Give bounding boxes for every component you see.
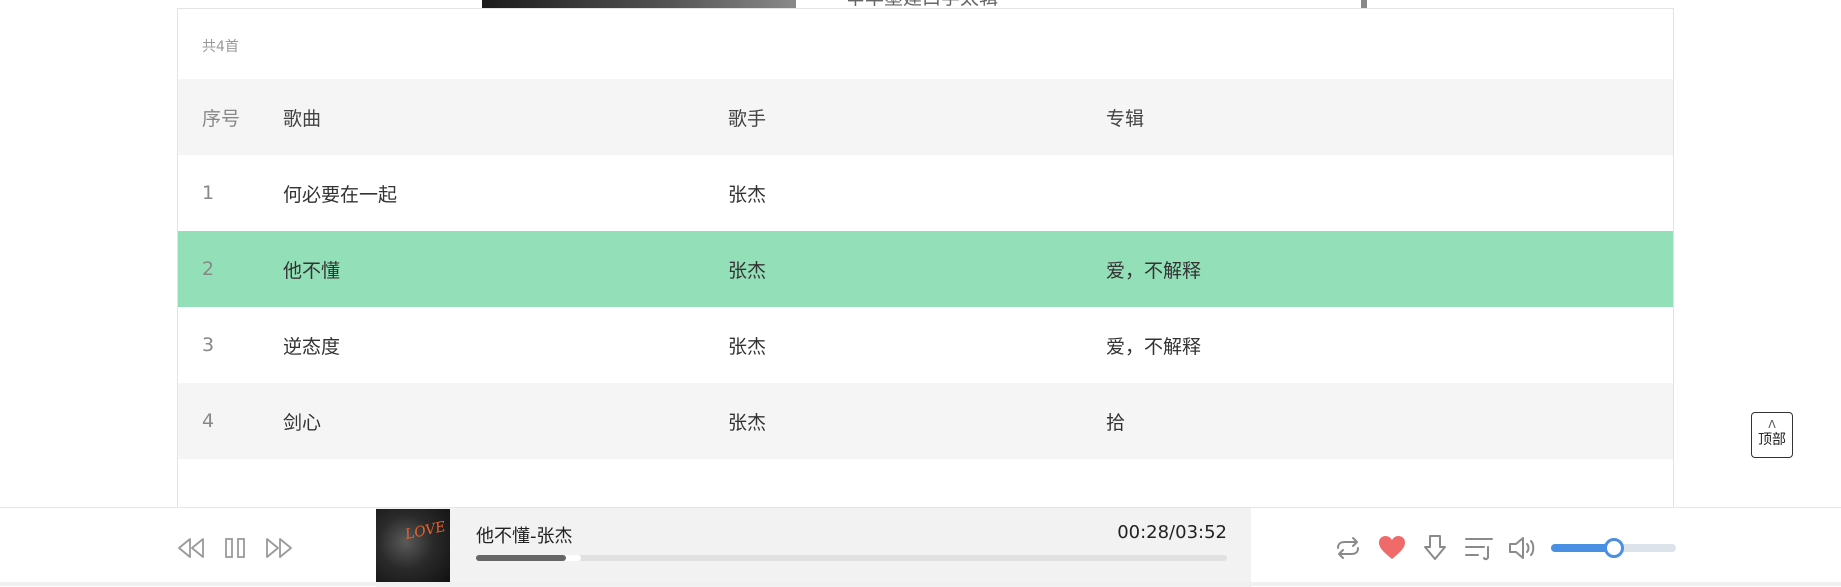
row-singer[interactable]: 张杰 — [728, 332, 766, 359]
song-list-panel: 共4首 序号 歌曲 歌手 专辑 1 何必要在一起 张杰 2 他不懂 张杰 爱，不… — [177, 8, 1674, 508]
table-row[interactable]: 3 逆态度 张杰 爱，不解释 — [178, 307, 1673, 383]
row-song[interactable]: 逆态度 — [283, 332, 340, 359]
loop-button[interactable] — [1331, 532, 1365, 564]
header-album: 专辑 — [1106, 107, 1145, 130]
next-button[interactable] — [262, 532, 296, 564]
like-button[interactable] — [1375, 532, 1409, 564]
row-singer[interactable]: 张杰 — [728, 408, 766, 435]
next-icon — [266, 538, 292, 558]
row-album[interactable]: 爱，不解释 — [1106, 332, 1201, 359]
table-row-playing[interactable]: 2 他不懂 张杰 爱，不解释 — [178, 231, 1673, 307]
pause-button[interactable] — [218, 532, 252, 564]
playlist-button[interactable] — [1462, 532, 1496, 564]
download-icon — [1424, 535, 1446, 560]
background-album-cover — [482, 0, 796, 8]
loop-icon — [1337, 537, 1359, 559]
row-singer[interactable]: 张杰 — [728, 180, 766, 207]
progress-fill — [476, 555, 567, 561]
player-bar: LOVE 他不懂-张杰 00:28/03:52 — [0, 507, 1841, 587]
song-count: 共4首 — [202, 39, 239, 55]
arrow-up-icon: ᐱ — [1768, 418, 1776, 431]
back-to-top-label: 顶部 — [1758, 432, 1786, 448]
row-album[interactable]: 拾 — [1106, 408, 1125, 435]
row-song[interactable]: 他不懂 — [283, 256, 340, 283]
heart-icon — [1379, 536, 1405, 559]
row-singer[interactable]: 张杰 — [728, 256, 766, 283]
header-index: 序号 — [202, 107, 241, 130]
volume-slider[interactable] — [1551, 538, 1676, 558]
progress-bar[interactable] — [476, 555, 1227, 561]
now-playing: LOVE 他不懂-张杰 00:28/03:52 — [376, 508, 1251, 587]
row-index: 3 — [202, 334, 215, 356]
now-playing-title: 他不懂-张杰 — [476, 526, 573, 547]
row-index: 1 — [202, 182, 215, 204]
playback-time: 00:28/03:52 — [1117, 522, 1227, 543]
table-row[interactable]: 4 剑心 张杰 拾 — [178, 383, 1673, 459]
header-singer: 歌手 — [728, 107, 767, 130]
row-index: 4 — [202, 410, 215, 432]
volume-button[interactable] — [1506, 532, 1540, 564]
back-to-top-button[interactable]: ᐱ 顶部 — [1751, 412, 1793, 458]
row-index: 2 — [202, 258, 215, 280]
album-cover-text: LOVE — [403, 518, 448, 544]
row-album[interactable]: 爱，不解释 — [1106, 256, 1201, 283]
table-row[interactable]: 1 何必要在一起 张杰 — [178, 155, 1673, 231]
song-table: 序号 歌曲 歌手 专辑 1 何必要在一起 张杰 2 他不懂 张杰 爱，不解释 3… — [178, 79, 1673, 459]
album-cover[interactable]: LOVE — [376, 509, 450, 582]
playlist-icon — [1465, 538, 1493, 561]
previous-button[interactable] — [174, 532, 208, 564]
background-text: 辛丰墨建口学太辑 — [846, 0, 998, 8]
table-header: 序号 歌曲 歌手 专辑 — [178, 79, 1673, 155]
row-song[interactable]: 剑心 — [283, 408, 321, 435]
player-bottom-border — [0, 582, 1841, 586]
previous-icon — [178, 538, 204, 558]
row-song[interactable]: 何必要在一起 — [283, 180, 397, 207]
header-song: 歌曲 — [283, 107, 322, 130]
download-button[interactable] — [1418, 532, 1452, 564]
volume-knob[interactable] — [1603, 538, 1624, 558]
volume-icon — [1509, 537, 1535, 559]
pause-icon — [225, 538, 245, 558]
